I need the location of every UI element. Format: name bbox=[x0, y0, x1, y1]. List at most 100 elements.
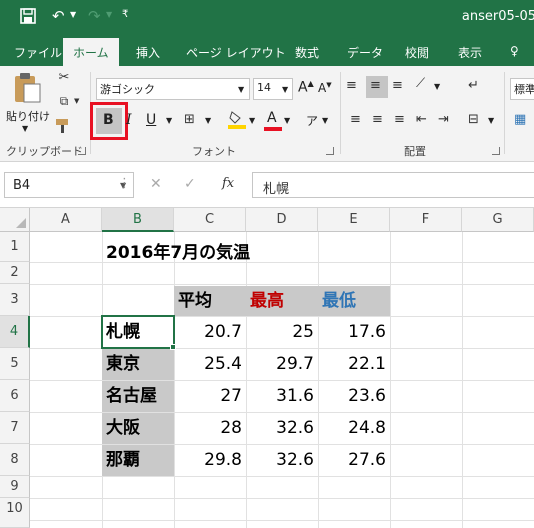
high-value-cell[interactable]: 31.6 bbox=[246, 381, 318, 412]
select-all-button[interactable] bbox=[0, 208, 30, 232]
copy-icon[interactable]: ⧉ bbox=[54, 94, 74, 109]
underline-dropdown-icon[interactable]: ▼ bbox=[166, 116, 172, 125]
orientation-icon[interactable]: ⟋ bbox=[416, 76, 425, 91]
paste-label[interactable]: 貼り付け bbox=[6, 108, 50, 124]
city-cell[interactable]: 大阪 bbox=[102, 413, 174, 444]
low-value-cell[interactable]: 23.6 bbox=[318, 381, 390, 412]
paste-icon[interactable] bbox=[10, 72, 44, 104]
column-header-b[interactable]: B bbox=[102, 208, 174, 232]
grow-font-button[interactable]: A▲ bbox=[298, 79, 314, 96]
cut-icon[interactable]: ✂ bbox=[56, 70, 72, 85]
row-header-2[interactable]: 2 bbox=[0, 262, 30, 284]
formula-input[interactable]: 札幌 bbox=[252, 172, 534, 198]
city-cell[interactable]: 那覇 bbox=[102, 445, 174, 476]
align-center-icon[interactable]: ≡ bbox=[372, 112, 383, 127]
border-icon[interactable]: ⊞ bbox=[184, 112, 195, 127]
save-icon[interactable] bbox=[20, 8, 36, 24]
decrease-indent-icon[interactable]: ⇤ bbox=[416, 112, 427, 127]
row-header-1[interactable]: 1 bbox=[0, 232, 30, 262]
tab-data[interactable]: データ bbox=[347, 44, 383, 61]
low-value-cell[interactable]: 22.1 bbox=[318, 349, 390, 380]
column-header-f[interactable]: F bbox=[390, 208, 462, 232]
fill-color-dropdown-icon[interactable]: ▼ bbox=[249, 116, 255, 125]
tab-tell-me[interactable]: ♀ bbox=[510, 44, 519, 58]
sheet-title-cell[interactable]: 2016年7月の気温 bbox=[102, 238, 250, 263]
font-name-dropdown-icon[interactable]: ▼ bbox=[238, 85, 244, 94]
row-header-9[interactable]: 9 bbox=[0, 476, 30, 498]
column-header-e[interactable]: E bbox=[318, 208, 390, 232]
font-color-button[interactable]: A bbox=[264, 110, 282, 132]
avg-value-cell[interactable]: 25.4 bbox=[174, 349, 246, 380]
align-left-icon[interactable]: ≡ bbox=[350, 112, 361, 127]
shrink-font-button[interactable]: A▼ bbox=[318, 81, 332, 95]
row-header-4[interactable]: 4 bbox=[0, 316, 30, 348]
font-name-select[interactable]: 游ゴシック bbox=[96, 78, 250, 100]
row-header-7[interactable]: 7 bbox=[0, 412, 30, 444]
enter-icon[interactable]: ✓ bbox=[184, 176, 196, 192]
formula-bar-splitter-icon[interactable]: ⋮ bbox=[118, 176, 131, 191]
format-painter-icon[interactable] bbox=[55, 118, 73, 138]
increase-indent-icon[interactable]: ⇥ bbox=[438, 112, 449, 127]
phonetic-button[interactable]: ア bbox=[306, 112, 318, 129]
insert-function-icon[interactable]: fx bbox=[222, 176, 234, 191]
column-header-d[interactable]: D bbox=[246, 208, 318, 232]
fill-color-icon[interactable] bbox=[228, 110, 246, 134]
align-bottom-icon[interactable]: ≡ bbox=[392, 78, 403, 93]
avg-value-cell[interactable]: 28 bbox=[174, 413, 246, 444]
font-launcher-icon[interactable] bbox=[326, 147, 334, 155]
high-value-cell[interactable]: 32.6 bbox=[246, 445, 318, 476]
avg-value-cell[interactable]: 29.8 bbox=[174, 445, 246, 476]
row-header-5[interactable]: 5 bbox=[0, 348, 30, 380]
phonetic-dropdown-icon[interactable]: ▼ bbox=[322, 116, 328, 125]
high-value-cell[interactable]: 25 bbox=[246, 317, 318, 348]
row-header-10[interactable]: 10 bbox=[0, 498, 30, 528]
fill-handle[interactable] bbox=[170, 344, 176, 350]
column-header-a[interactable]: A bbox=[30, 208, 102, 232]
name-box[interactable]: B4 bbox=[4, 172, 134, 198]
tab-file[interactable]: ファイル bbox=[14, 44, 62, 61]
tab-formulas[interactable]: 数式 bbox=[295, 44, 319, 61]
undo-dropdown-icon[interactable]: ▼ bbox=[70, 10, 76, 19]
clipboard-launcher-icon[interactable] bbox=[78, 147, 86, 155]
high-value-cell[interactable]: 29.7 bbox=[246, 349, 318, 380]
font-color-dropdown-icon[interactable]: ▼ bbox=[284, 116, 290, 125]
header-cell-avg[interactable]: 平均 bbox=[174, 286, 246, 316]
accounting-format-icon[interactable]: ▦ bbox=[514, 112, 526, 127]
low-value-cell[interactable]: 24.8 bbox=[318, 413, 390, 444]
redo-icon[interactable]: ↷ bbox=[88, 7, 101, 25]
tab-home[interactable]: ホーム bbox=[63, 38, 119, 66]
redo-dropdown-icon[interactable]: ▼ bbox=[106, 10, 112, 19]
low-value-cell[interactable]: 17.6 bbox=[318, 317, 390, 348]
merge-dropdown-icon[interactable]: ▼ bbox=[488, 116, 494, 125]
tab-review[interactable]: 校閲 bbox=[405, 44, 429, 61]
border-dropdown-icon[interactable]: ▼ bbox=[205, 116, 211, 125]
underline-button[interactable]: U bbox=[146, 112, 156, 128]
low-value-cell[interactable]: 27.6 bbox=[318, 445, 390, 476]
row-header-8[interactable]: 8 bbox=[0, 444, 30, 476]
row-header-3[interactable]: 3 bbox=[0, 284, 30, 316]
cancel-icon[interactable]: ✕ bbox=[150, 176, 162, 192]
high-value-cell[interactable]: 32.6 bbox=[246, 413, 318, 444]
wrap-text-icon[interactable]: ↵ bbox=[468, 78, 479, 93]
row-header-6[interactable]: 6 bbox=[0, 380, 30, 412]
tab-insert[interactable]: 挿入 bbox=[136, 44, 160, 61]
number-format-select[interactable]: 標準 bbox=[510, 78, 534, 100]
align-middle-button[interactable]: ≡ bbox=[366, 76, 388, 98]
align-right-icon[interactable]: ≡ bbox=[394, 112, 405, 127]
merge-center-icon[interactable]: ⊟ bbox=[468, 112, 479, 127]
tab-page-layout[interactable]: ページ レイアウト bbox=[186, 44, 286, 61]
city-cell[interactable]: 東京 bbox=[102, 349, 174, 380]
avg-value-cell[interactable]: 20.7 bbox=[174, 317, 246, 348]
city-cell[interactable]: 名古屋 bbox=[102, 381, 174, 412]
alignment-launcher-icon[interactable] bbox=[492, 147, 500, 155]
font-size-dropdown-icon[interactable]: ▼ bbox=[282, 85, 288, 94]
avg-value-cell[interactable]: 27 bbox=[174, 381, 246, 412]
column-header-g[interactable]: G bbox=[462, 208, 534, 232]
tab-view[interactable]: 表示 bbox=[458, 44, 482, 61]
customize-quick-access-icon[interactable]: ₹ bbox=[122, 9, 128, 20]
align-top-icon[interactable]: ≡ bbox=[346, 78, 357, 93]
orientation-dropdown-icon[interactable]: ▼ bbox=[434, 82, 440, 91]
paste-dropdown-icon[interactable]: ▼ bbox=[22, 124, 28, 133]
italic-button[interactable]: I bbox=[126, 112, 132, 128]
header-cell-high[interactable]: 最高 bbox=[246, 286, 318, 316]
